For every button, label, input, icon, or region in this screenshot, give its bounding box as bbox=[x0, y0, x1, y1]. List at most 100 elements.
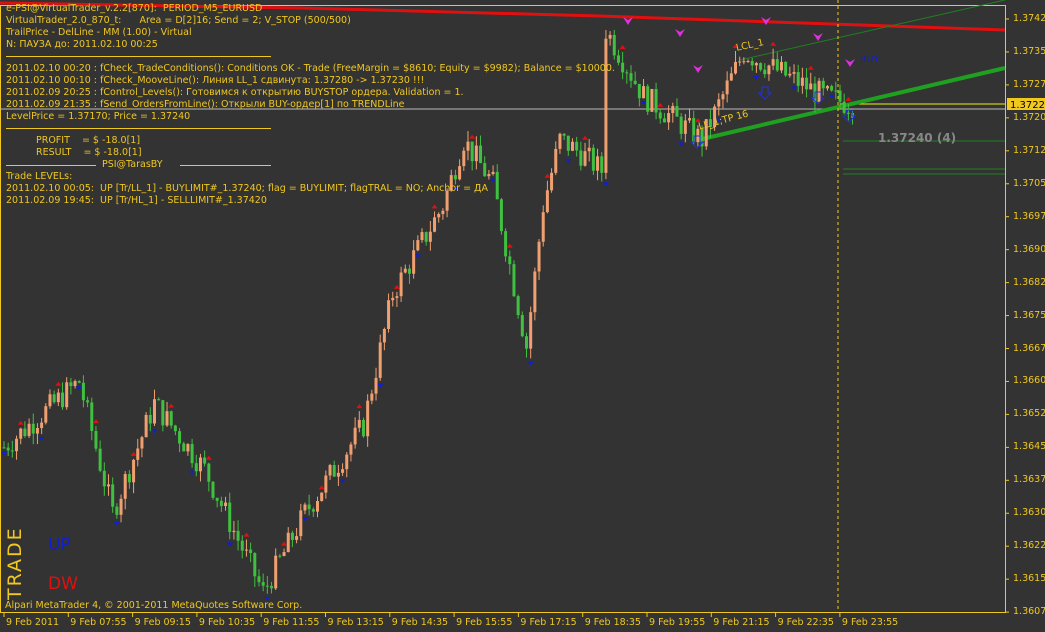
down-arrow-icon bbox=[757, 86, 773, 100]
candle-body bbox=[675, 106, 679, 117]
candle-body bbox=[575, 141, 579, 151]
candle-body bbox=[295, 536, 299, 540]
candle-body bbox=[198, 457, 202, 472]
candle-body bbox=[759, 63, 763, 70]
price-axis-label: 1.36225 bbox=[1013, 540, 1045, 552]
fractal-down-icon bbox=[565, 158, 572, 163]
candle-body bbox=[800, 77, 804, 86]
time-axis-label: 9 Feb 19:55 bbox=[649, 617, 706, 628]
level-price: LevelPrice = 1.37170; Price = 1.37240 bbox=[6, 111, 191, 122]
fractal-down-icon bbox=[527, 361, 534, 366]
candle-body bbox=[152, 399, 156, 424]
candle-body bbox=[512, 264, 516, 297]
candle-body bbox=[625, 72, 629, 74]
candle-body bbox=[424, 232, 428, 242]
candle-body bbox=[504, 231, 508, 257]
candle-body bbox=[324, 475, 328, 493]
fractal-down-icon bbox=[828, 94, 835, 99]
fractal-up-icon bbox=[845, 96, 852, 101]
price-axis-label: 1.36900 bbox=[1013, 243, 1045, 255]
candle-body bbox=[219, 500, 223, 507]
candle-body bbox=[286, 532, 290, 553]
candle-body bbox=[328, 465, 332, 476]
candle-body bbox=[596, 156, 600, 171]
candle-body bbox=[487, 174, 491, 177]
candle-body bbox=[94, 430, 98, 449]
time-axis-label: 9 Feb 11:55 bbox=[263, 617, 320, 628]
up-button[interactable]: UP bbox=[48, 535, 71, 555]
fractal-down-icon bbox=[189, 470, 196, 475]
candle-body bbox=[495, 171, 499, 200]
candle-body bbox=[399, 272, 403, 297]
fractal-down-icon bbox=[38, 437, 45, 442]
candle-body bbox=[646, 86, 650, 112]
candle-body bbox=[132, 459, 136, 483]
candle-body bbox=[591, 147, 595, 171]
candle-body bbox=[520, 315, 524, 337]
time-axis-label: 9 Feb 17:15 bbox=[520, 617, 577, 628]
candle-body bbox=[19, 428, 23, 439]
price-axis-label: 1.36375 bbox=[1013, 474, 1045, 486]
level-tag: 1.37240 (4) bbox=[878, 131, 957, 145]
price-axis-label: 1.36150 bbox=[1013, 573, 1045, 585]
candle-body bbox=[792, 72, 796, 74]
candle-body bbox=[261, 582, 265, 586]
signal-arrow-icon bbox=[813, 33, 823, 41]
candle-body bbox=[395, 296, 399, 298]
buy-label: BUY bbox=[860, 54, 880, 65]
candle-body bbox=[412, 250, 416, 274]
candle-body bbox=[838, 90, 842, 102]
price-axis-label: 1.37425 bbox=[1013, 13, 1045, 24]
candle-body bbox=[688, 118, 692, 121]
signal-arrow-icon bbox=[845, 59, 855, 67]
candle-body bbox=[169, 411, 173, 426]
candle-body bbox=[102, 470, 106, 487]
signature: PSI@TarasBY bbox=[102, 159, 163, 170]
candle-body bbox=[658, 112, 662, 119]
candle-body bbox=[2, 447, 6, 449]
candle-body bbox=[31, 423, 35, 434]
time-axis-label: 9 Feb 23:55 bbox=[841, 617, 899, 628]
fractal-up-icon bbox=[130, 451, 137, 456]
price-axis-label: 1.36750 bbox=[1013, 309, 1045, 321]
fractal-up-icon bbox=[770, 41, 777, 46]
price-axis-label: 1.37275 bbox=[1013, 78, 1045, 90]
candle-body bbox=[775, 59, 779, 71]
fractal-up-icon bbox=[469, 134, 476, 139]
candle-body bbox=[165, 411, 169, 426]
candle-body bbox=[140, 437, 144, 449]
candle-body bbox=[311, 509, 315, 512]
candle-body bbox=[303, 504, 307, 511]
candle-body bbox=[650, 89, 654, 112]
candle-body bbox=[784, 61, 788, 76]
candle-body bbox=[525, 336, 528, 349]
candle-body bbox=[148, 414, 152, 424]
time-axis-label: 9 Feb 21:15 bbox=[713, 617, 770, 628]
fractal-down-icon bbox=[377, 383, 384, 388]
profit: PROFIT = $ -18.0[1] bbox=[36, 135, 141, 146]
log-line: 2011.02.09 20:25 : fControl_Levels(): Го… bbox=[6, 87, 464, 98]
result: RESULT = $ -18.0[1] bbox=[36, 147, 142, 158]
candle-body bbox=[466, 141, 470, 151]
fractal-up-icon bbox=[619, 44, 626, 49]
candle-body bbox=[374, 377, 378, 394]
candle-body bbox=[144, 414, 148, 438]
time-axis-label: 9 Feb 15:55 bbox=[456, 617, 513, 628]
candle-body bbox=[683, 120, 687, 134]
candle-body bbox=[270, 585, 274, 589]
candle-body bbox=[127, 474, 131, 483]
candle-body bbox=[612, 34, 616, 56]
candle-body bbox=[244, 549, 248, 551]
price-axis-label: 1.37050 bbox=[1013, 177, 1045, 189]
fractal-down-icon bbox=[678, 142, 685, 147]
time-axis-label: 9 Feb 07:55 bbox=[70, 617, 127, 628]
candle-body bbox=[86, 400, 90, 403]
candle-body bbox=[203, 457, 207, 464]
fractal-up-icon bbox=[431, 204, 438, 209]
dw-button[interactable]: DW bbox=[48, 574, 78, 594]
candle-body bbox=[825, 86, 829, 89]
candle-body bbox=[600, 156, 604, 173]
candle-body bbox=[182, 443, 186, 452]
fractal-up-icon bbox=[544, 173, 551, 178]
candle-body bbox=[516, 296, 520, 316]
